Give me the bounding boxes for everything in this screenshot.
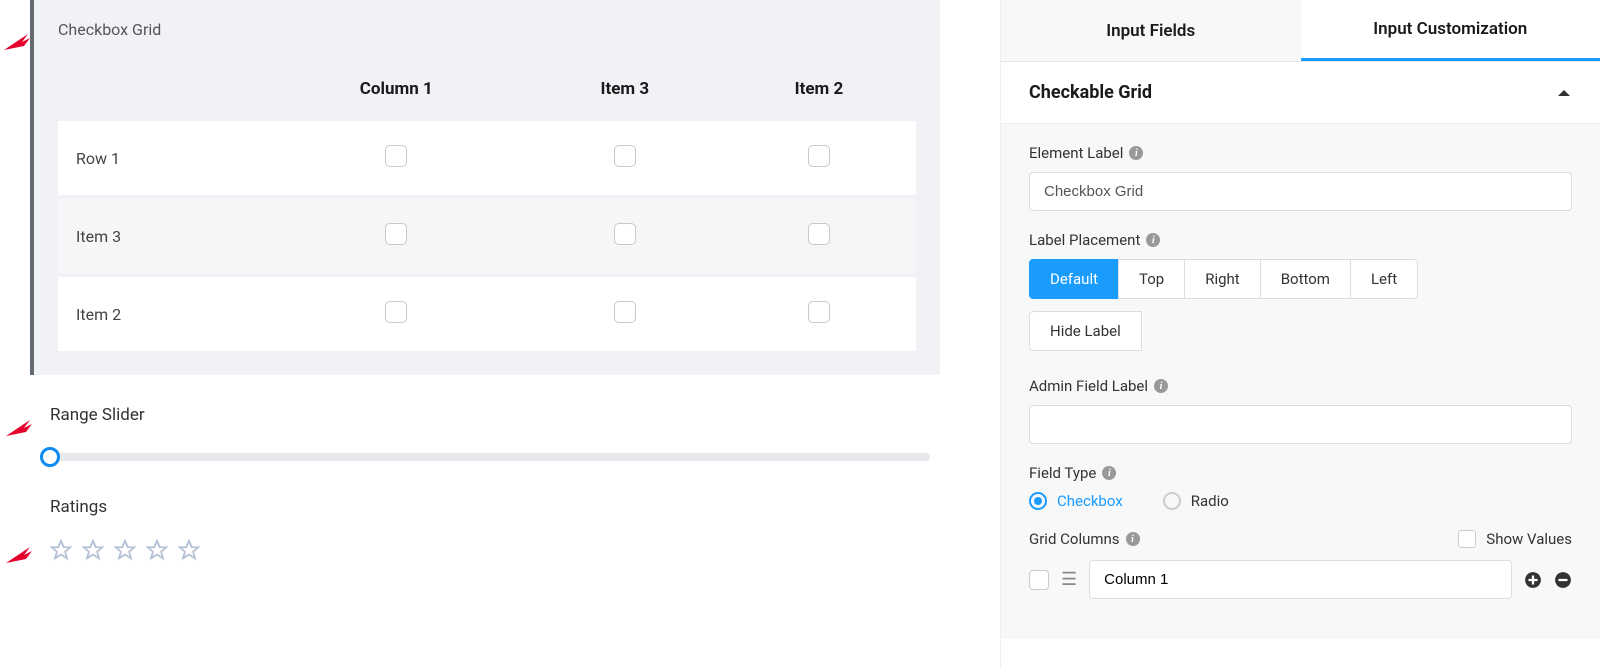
add-column-icon[interactable] (1524, 571, 1542, 589)
ratings-block: Ratings (50, 497, 930, 561)
drag-handle-icon[interactable]: ☰ (1061, 569, 1077, 590)
info-icon[interactable]: i (1154, 379, 1168, 393)
grid-columns-group: Grid Columns i Show Values ☰ (1029, 530, 1572, 599)
grid-col-header: Item 3 (528, 61, 722, 117)
placement-hide-label[interactable]: Hide Label (1029, 311, 1142, 351)
range-slider-label: Range Slider (50, 405, 930, 425)
tab-input-customization[interactable]: Input Customization (1301, 0, 1600, 61)
grid-checkbox[interactable] (385, 223, 407, 245)
tab-input-fields[interactable]: Input Fields (1001, 0, 1301, 61)
show-values-checkbox[interactable] (1458, 530, 1476, 548)
section-title: Checkable Grid (1029, 82, 1152, 103)
field-label-text: Grid Columns (1029, 530, 1120, 548)
grid-row-label: Item 2 (58, 277, 265, 351)
ratings-label: Ratings (50, 497, 930, 517)
info-icon[interactable]: i (1129, 146, 1143, 160)
grid-checkbox[interactable] (614, 145, 636, 167)
remove-column-icon[interactable] (1554, 571, 1572, 589)
grid-col-header: Item 2 (722, 61, 916, 117)
grid-checkbox[interactable] (614, 223, 636, 245)
column-checkbox[interactable] (1029, 570, 1049, 590)
info-icon[interactable]: i (1146, 233, 1160, 247)
label-placement-group: Label Placement i Default Top Right Bott… (1029, 231, 1572, 357)
grid-column-row: ☰ (1029, 560, 1572, 599)
checkbox-grid-block[interactable]: Checkbox Grid Column 1 Item 3 Item 2 Row… (30, 0, 940, 375)
field-label-text: Field Type (1029, 464, 1096, 482)
chevron-up-icon (1556, 85, 1572, 101)
placement-right[interactable]: Right (1184, 259, 1260, 299)
ratings-stars (50, 539, 930, 561)
range-slider-track[interactable] (50, 453, 930, 461)
annotation-arrow (4, 418, 34, 438)
annotation-arrow (2, 32, 32, 52)
element-label-group: Element Label i (1029, 144, 1572, 211)
placement-top[interactable]: Top (1118, 259, 1185, 299)
grid-checkbox[interactable] (808, 301, 830, 323)
grid-checkbox[interactable] (385, 145, 407, 167)
table-row: Item 3 (58, 199, 916, 273)
placement-bottom[interactable]: Bottom (1260, 259, 1351, 299)
grid-checkbox[interactable] (808, 145, 830, 167)
radio-icon (1163, 492, 1181, 510)
star-icon[interactable] (82, 539, 104, 561)
table-row: Item 2 (58, 277, 916, 351)
table-row: Row 1 (58, 121, 916, 195)
show-values-toggle[interactable]: Show Values (1458, 530, 1572, 548)
star-icon[interactable] (146, 539, 168, 561)
field-label-text: Element Label (1029, 144, 1123, 162)
grid-row-label: Item 3 (58, 199, 265, 273)
field-type-group: Field Type i Checkbox Radio (1029, 464, 1572, 510)
checkbox-grid-label: Checkbox Grid (58, 20, 916, 39)
admin-field-label-group: Admin Field Label i (1029, 377, 1572, 444)
field-label-text: Label Placement (1029, 231, 1140, 249)
radio-icon (1029, 492, 1047, 510)
placement-left[interactable]: Left (1350, 259, 1418, 299)
annotation-arrow (4, 545, 34, 565)
range-slider-block: Range Slider (50, 405, 930, 461)
field-type-radio[interactable]: Radio (1163, 492, 1229, 510)
range-slider-handle[interactable] (40, 447, 60, 467)
element-label-input[interactable] (1029, 172, 1572, 211)
section-header[interactable]: Checkable Grid (1001, 62, 1600, 123)
checkbox-grid-table: Column 1 Item 3 Item 2 Row 1 Item 3 (58, 57, 916, 355)
info-icon[interactable]: i (1126, 532, 1140, 546)
star-icon[interactable] (178, 539, 200, 561)
info-icon[interactable]: i (1102, 466, 1116, 480)
grid-row-label: Row 1 (58, 121, 265, 195)
grid-checkbox[interactable] (808, 223, 830, 245)
grid-checkbox[interactable] (385, 301, 407, 323)
grid-checkbox[interactable] (614, 301, 636, 323)
field-type-checkbox[interactable]: Checkbox (1029, 492, 1123, 510)
admin-field-label-input[interactable] (1029, 405, 1572, 444)
star-icon[interactable] (114, 539, 136, 561)
field-label-text: Admin Field Label (1029, 377, 1148, 395)
column-value-input[interactable] (1089, 560, 1512, 599)
star-icon[interactable] (50, 539, 72, 561)
section-body: Element Label i Label Placement i Defaul… (1001, 123, 1600, 639)
grid-col-header: Column 1 (265, 61, 528, 117)
settings-tabs: Input Fields Input Customization (1001, 0, 1600, 62)
show-values-label: Show Values (1486, 530, 1572, 548)
placement-default[interactable]: Default (1029, 259, 1119, 299)
